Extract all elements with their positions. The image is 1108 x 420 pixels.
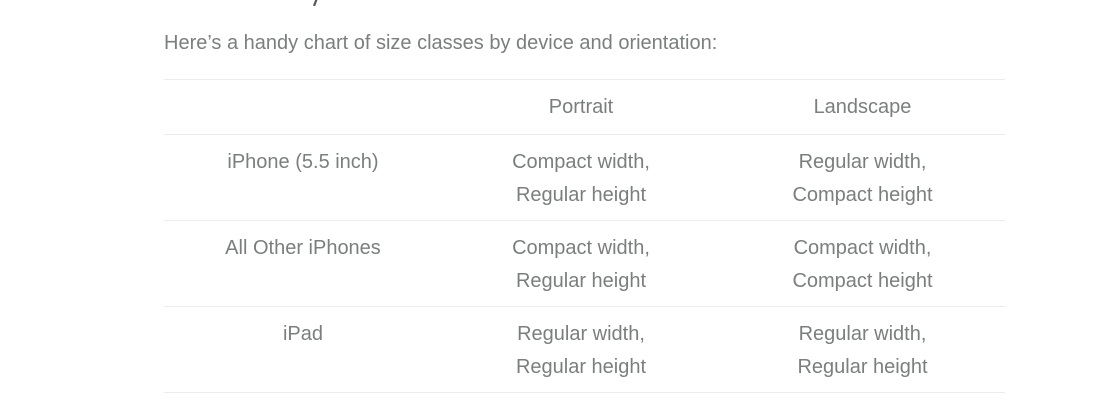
size-class-table: Portrait Landscape iPhone (5.5 inch) Com… <box>164 79 1005 393</box>
portrait-cell: Compact width, Regular height <box>442 221 720 307</box>
width-class: Regular width, <box>798 151 927 173</box>
device-cell: All Other iPhones <box>225 237 381 259</box>
portrait-cell: Regular width, Regular height <box>442 307 720 393</box>
portrait-cell: Compact width, Regular height <box>442 135 720 221</box>
height-class: Compact height <box>792 184 933 206</box>
width-class: Regular width, <box>517 323 645 345</box>
height-class: Regular height <box>797 356 928 378</box>
height-class: Compact height <box>792 270 933 292</box>
height-class: Regular height <box>515 270 647 292</box>
device-cell: iPhone (5.5 inch) <box>227 151 379 173</box>
width-class: Compact width, <box>793 237 932 259</box>
table-row: All Other iPhones Compact width, Regular… <box>164 220 1005 307</box>
width-class: Compact width, <box>512 151 650 173</box>
landscape-cell: Regular width, Compact height <box>720 135 1005 221</box>
header-device <box>164 80 442 135</box>
header-portrait: Portrait <box>548 96 614 118</box>
landscape-cell: Compact width, Compact height <box>720 221 1005 307</box>
table-row: iPad Regular width, Regular height Regul… <box>164 306 1005 393</box>
table-header-row: Portrait Landscape <box>164 79 1005 135</box>
intro-text: Here’s a handy chart of size classes by … <box>164 32 718 54</box>
landscape-cell: Regular width, Regular height <box>720 307 1005 393</box>
device-cell: iPad <box>282 323 324 345</box>
height-class: Regular height <box>515 356 647 378</box>
height-class: Regular height <box>515 184 647 206</box>
width-class: Compact width, <box>512 237 650 259</box>
page: { "intro": "Here’s a handy chart of size… <box>0 0 1108 420</box>
width-class: Regular width, <box>798 323 927 345</box>
header-landscape: Landscape <box>813 96 912 118</box>
heading-descender-glyph <box>312 0 318 6</box>
section-heading-clipped <box>272 0 332 6</box>
table-row: iPhone (5.5 inch) Compact width, Regular… <box>164 134 1005 221</box>
